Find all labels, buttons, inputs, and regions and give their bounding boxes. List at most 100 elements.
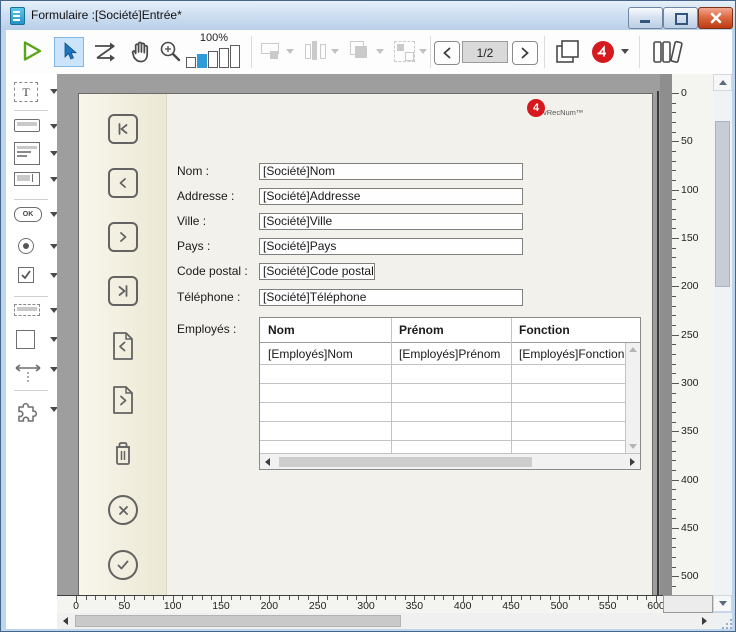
hand-tool-button[interactable] xyxy=(127,39,153,65)
table-scrollbar-thumb[interactable] xyxy=(279,457,532,467)
previous-record-button[interactable] xyxy=(108,168,138,198)
align-dropdown-arrow[interactable] xyxy=(286,49,294,54)
last-record-button[interactable] xyxy=(108,276,138,306)
close-icon xyxy=(710,12,722,24)
title-bar: Formulaire :[Société]Entrée* xyxy=(1,1,735,30)
scroll-down-button[interactable] xyxy=(713,595,732,612)
scroll-right-button[interactable] xyxy=(696,613,713,629)
checkbox-tool[interactable] xyxy=(10,265,44,291)
zoom-bar-1[interactable] xyxy=(186,57,196,68)
first-record-button[interactable] xyxy=(108,114,138,144)
table-scroll-right-icon[interactable] xyxy=(630,458,635,466)
combo-tool[interactable] xyxy=(10,170,44,196)
duplicate-grid-button[interactable] xyxy=(394,41,416,62)
align-icon xyxy=(261,43,281,59)
variable-dropdown-arrow[interactable] xyxy=(621,49,629,54)
vertical-scrollbar[interactable] xyxy=(713,74,732,612)
button-tool[interactable]: OK xyxy=(10,205,44,231)
cell-employes-prenom[interactable]: [Employés]Prénom xyxy=(391,347,511,361)
zoom-bars[interactable] xyxy=(186,44,242,68)
text-tool[interactable]: T xyxy=(10,80,44,106)
table-scroll-up-icon[interactable] xyxy=(629,347,637,352)
explorer-button[interactable] xyxy=(651,39,685,65)
listbox-tool[interactable] xyxy=(10,140,44,166)
listbox-tool-icon xyxy=(14,142,40,165)
field-pays[interactable]: [Société]Pays xyxy=(259,238,523,255)
cell-employes-nom[interactable]: [Employés]Nom xyxy=(260,347,391,361)
record-number-label: vRecNum™ xyxy=(543,108,583,117)
pointer-tool-button[interactable] xyxy=(54,37,84,67)
zoom-tool-button[interactable] xyxy=(157,39,183,65)
field-nom[interactable]: [Société]Nom xyxy=(259,163,523,180)
minimize-button[interactable] xyxy=(628,7,663,29)
previous-page-nav-button[interactable] xyxy=(108,331,138,361)
previous-page-button[interactable] xyxy=(434,41,460,65)
table-horizontal-scrollbar[interactable] xyxy=(260,453,640,469)
plugin-tool[interactable] xyxy=(10,398,44,424)
column-header-fonction[interactable]: Fonction xyxy=(511,323,626,337)
maximize-button[interactable] xyxy=(663,7,698,29)
horizontal-scrollbar[interactable] xyxy=(57,613,713,629)
resize-grip[interactable] xyxy=(713,613,732,629)
align-objects-button[interactable] xyxy=(261,43,281,59)
move-level-button[interactable] xyxy=(350,41,372,61)
play-icon xyxy=(20,39,45,63)
rectangle-tool-icon xyxy=(16,330,35,349)
cancel-x-icon xyxy=(117,504,130,517)
column-header-prenom[interactable]: Prénom xyxy=(391,323,511,337)
rectangle-tool[interactable] xyxy=(10,328,44,354)
cell-employes-fonction[interactable]: [Employés]Fonction xyxy=(511,347,626,361)
cancel-button[interactable] xyxy=(108,495,138,525)
4d-logo-icon xyxy=(596,45,610,59)
next-page-nav-button[interactable] xyxy=(108,385,138,415)
form-page[interactable]: 4 vRecNum™ Nom : [Société]Nom Addresse :… xyxy=(78,93,653,595)
navigation-strip xyxy=(79,94,167,595)
field-addresse[interactable]: [Société]Addresse xyxy=(259,188,523,205)
horizontal-scrollbar-thumb[interactable] xyxy=(75,615,401,627)
splitter-tool-icon xyxy=(14,358,42,384)
field-ville[interactable]: [Société]Ville xyxy=(259,213,523,230)
window-title: Formulaire :[Société]Entrée* xyxy=(31,8,182,22)
entry-order-tool-button[interactable] xyxy=(92,41,118,63)
static-field-tool[interactable] xyxy=(10,302,44,328)
zoom-bar-2-active[interactable] xyxy=(197,54,207,68)
zoom-bar-3[interactable] xyxy=(208,51,218,68)
validate-button[interactable] xyxy=(108,550,138,580)
level-dropdown-arrow[interactable] xyxy=(376,49,384,54)
employees-listbox[interactable]: Nom Prénom Fonction [Employés]Nom [Emplo… xyxy=(259,317,641,470)
field-label-nom: Nom : xyxy=(177,163,257,180)
execute-form-button[interactable] xyxy=(20,39,45,63)
zoom-bar-4[interactable] xyxy=(219,48,229,68)
zoom-bar-5[interactable] xyxy=(230,45,240,68)
minimize-icon xyxy=(640,20,650,23)
vertical-scrollbar-thumb[interactable] xyxy=(715,121,730,287)
form-pages-button[interactable] xyxy=(554,39,582,65)
distribute-objects-button[interactable] xyxy=(305,41,325,61)
form-canvas[interactable]: 4 vRecNum™ Nom : [Société]Nom Addresse :… xyxy=(57,74,713,595)
column-header-nom[interactable]: Nom xyxy=(260,323,391,337)
radio-tool[interactable] xyxy=(10,236,44,262)
first-record-icon xyxy=(115,121,131,137)
next-page-button[interactable] xyxy=(512,41,538,65)
scroll-up-button[interactable] xyxy=(713,74,732,91)
check-icon xyxy=(116,559,130,571)
table-vertical-scrollbar[interactable] xyxy=(625,343,640,453)
field-code-postal[interactable]: [Société]Code postal xyxy=(259,263,375,280)
duplicate-dropdown-arrow[interactable] xyxy=(419,49,427,54)
level-icon xyxy=(350,41,372,61)
zoom-level-label: 100% xyxy=(184,32,244,44)
table-scroll-left-icon[interactable] xyxy=(265,458,270,466)
form-editor-window: Formulaire :[Société]Entrée* 100% xyxy=(0,0,736,632)
field-telephone[interactable]: [Société]Téléphone xyxy=(259,289,523,306)
scroll-left-button[interactable] xyxy=(57,613,74,629)
delete-record-button[interactable] xyxy=(108,439,138,469)
dynamic-variable-button[interactable] xyxy=(592,41,614,63)
chevron-left-icon xyxy=(442,47,452,59)
close-button[interactable] xyxy=(698,7,733,29)
plugin-tool-icon xyxy=(14,398,40,424)
distribute-dropdown-arrow[interactable] xyxy=(331,49,339,54)
next-record-button[interactable] xyxy=(108,222,138,252)
table-scroll-down-icon[interactable] xyxy=(629,444,637,449)
splitter-tool[interactable] xyxy=(10,358,44,384)
vertical-ruler: 050100150200250300350400450500 xyxy=(672,74,713,595)
